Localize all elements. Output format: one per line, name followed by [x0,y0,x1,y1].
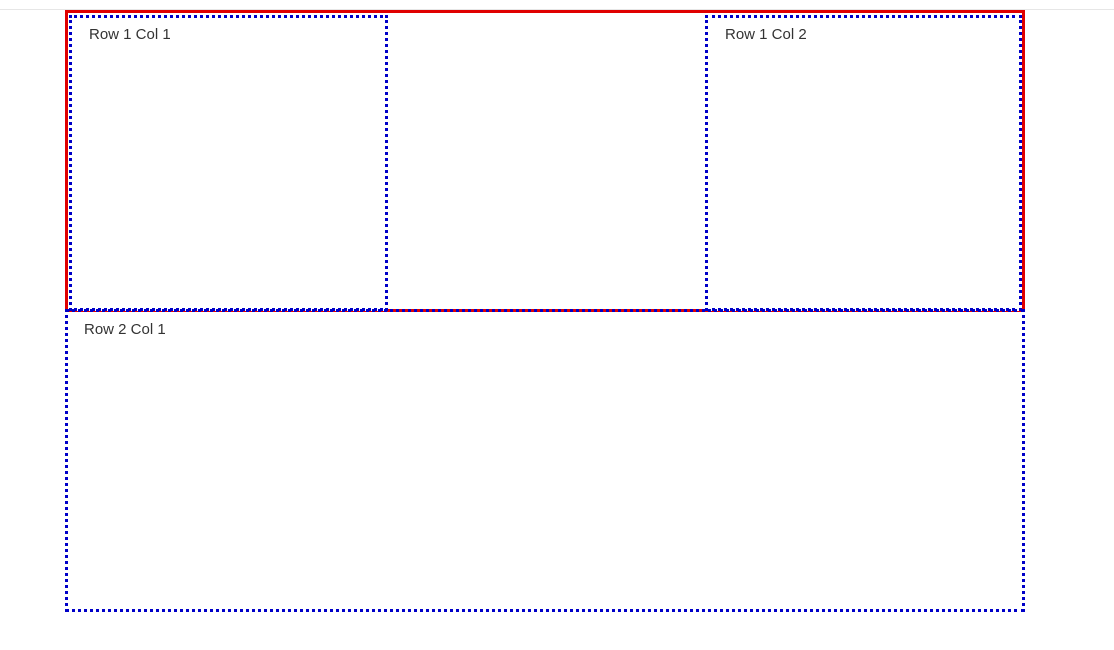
layout-grid: Row 1 Col 1 Row 1 Col 2 Row 2 Col 1 [65,10,1025,612]
row-1-col-1-label: Row 1 Col 1 [89,26,171,43]
row-2-col-1-label: Row 2 Col 1 [84,321,166,338]
row-1-col-1-cell: Row 1 Col 1 [69,15,388,311]
row-1-col-2-label: Row 1 Col 2 [725,26,807,43]
row-1: Row 1 Col 1 Row 1 Col 2 [65,10,1025,312]
row-2-col-1-cell: Row 2 Col 1 [65,309,1025,612]
row-1-col-2-cell: Row 1 Col 2 [705,15,1022,311]
